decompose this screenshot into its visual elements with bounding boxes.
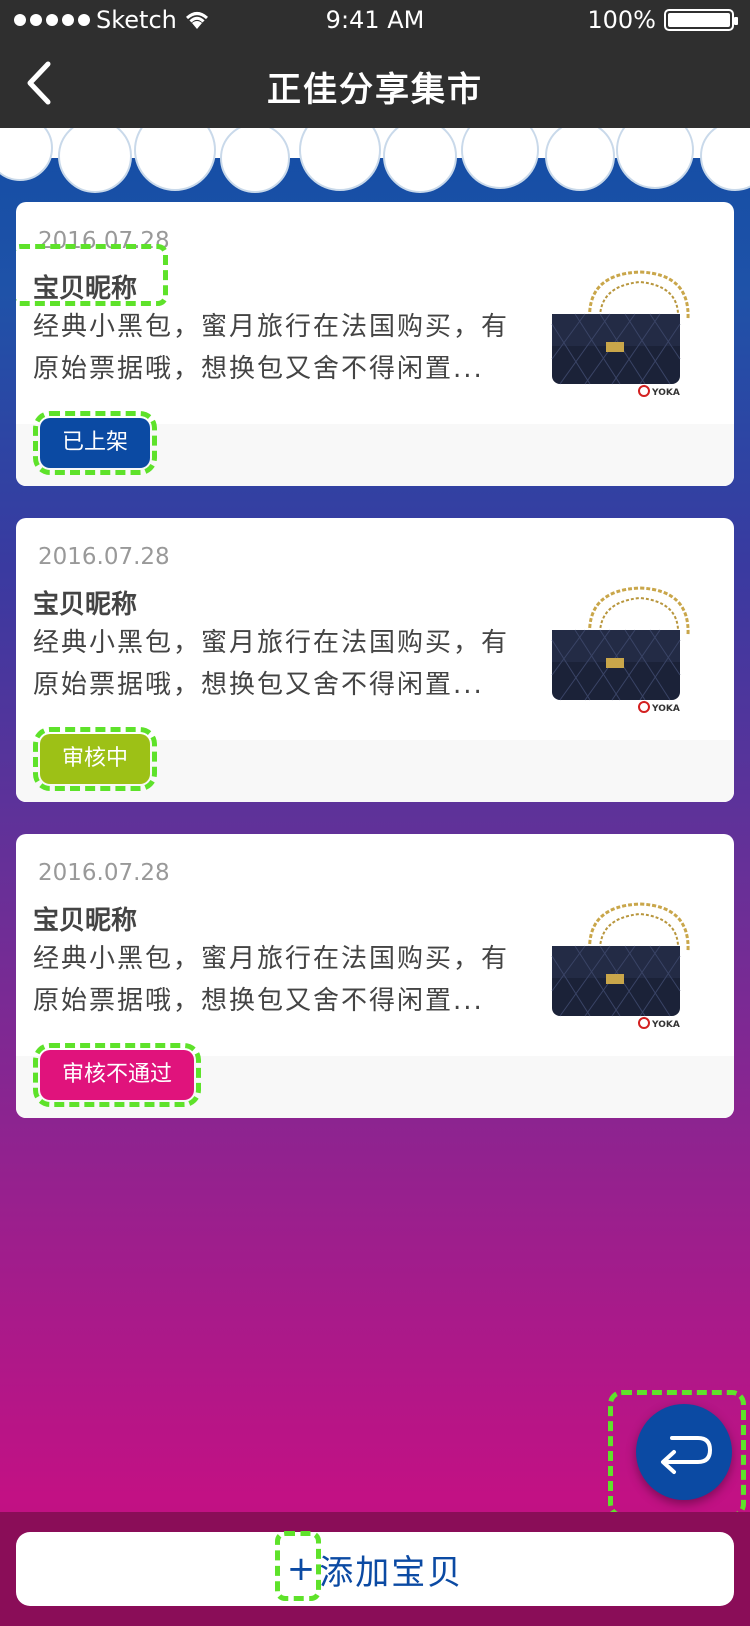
cloud-decoration — [0, 128, 750, 193]
plus-icon: + — [274, 1531, 321, 1601]
logo-text: YOKA — [651, 704, 680, 714]
battery-percent: 100% — [587, 6, 656, 34]
description-line: 经典小黑包，蜜月旅行在法国购买，有 — [33, 628, 510, 658]
add-item-label: 添加宝贝 — [319, 1552, 464, 1593]
status-badge: 审核中 — [32, 727, 158, 791]
name-highlight — [16, 244, 168, 306]
item-card[interactable]: 2016.07.28 宝贝昵称 经典小黑包，蜜月旅行在法国购买，有 原始票据哦，… — [16, 202, 734, 486]
page-title: 正佳分享集市 — [267, 70, 483, 110]
item-name: 宝贝昵称 — [33, 590, 138, 620]
item-name: 宝贝昵称 — [33, 906, 138, 936]
handbag-image: YOKA — [551, 270, 690, 398]
nav-bar: 正佳分享集市 — [0, 40, 750, 130]
item-description: 经典小黑包，蜜月旅行在法国购买，有 原始票据哦，想换包又舍不得闲置... — [33, 622, 513, 706]
item-card[interactable]: 2016.07.28 宝贝昵称 经典小黑包，蜜月旅行在法国购买，有 原始票据哦，… — [16, 834, 734, 1118]
handbag-image: YOKA — [551, 902, 690, 1030]
description-line: 原始票据哦，想换包又舍不得闲置... — [33, 986, 484, 1016]
logo-text: YOKA — [651, 1020, 680, 1030]
handbag-image: YOKA — [551, 586, 690, 714]
item-card[interactable]: 2016.07.28 宝贝昵称 经典小黑包，蜜月旅行在法国购买，有 原始票据哦，… — [16, 518, 734, 802]
status-bar: Sketch 9:41 AM 100% — [0, 0, 750, 40]
battery-info: 100% — [587, 6, 738, 34]
item-date: 2016.07.28 — [38, 544, 170, 570]
item-description: 经典小黑包，蜜月旅行在法国购买，有 原始票据哦，想换包又舍不得闲置... — [33, 306, 513, 390]
battery-icon — [664, 9, 738, 31]
description-line: 原始票据哦，想换包又舍不得闲置... — [33, 354, 484, 384]
status-badge: 已上架 — [32, 411, 158, 475]
description-line: 原始票据哦，想换包又舍不得闲置... — [33, 670, 484, 700]
add-item-button[interactable]: + 添加宝贝 — [16, 1531, 734, 1606]
plus-highlight — [274, 1531, 321, 1601]
description-line: 经典小黑包，蜜月旅行在法国购买，有 — [33, 312, 510, 342]
item-description: 经典小黑包，蜜月旅行在法国购买，有 原始票据哦，想换包又舍不得闲置... — [33, 938, 513, 1022]
return-arrow-icon — [661, 1436, 712, 1474]
logo-text: YOKA — [651, 388, 680, 398]
item-date: 2016.07.28 — [38, 860, 170, 886]
return-button[interactable] — [636, 1404, 732, 1500]
status-badge: 审核不通过 — [32, 1043, 202, 1107]
bottom-bar: + 添加宝贝 — [0, 1512, 750, 1626]
description-line: 经典小黑包，蜜月旅行在法国购买，有 — [33, 944, 510, 974]
